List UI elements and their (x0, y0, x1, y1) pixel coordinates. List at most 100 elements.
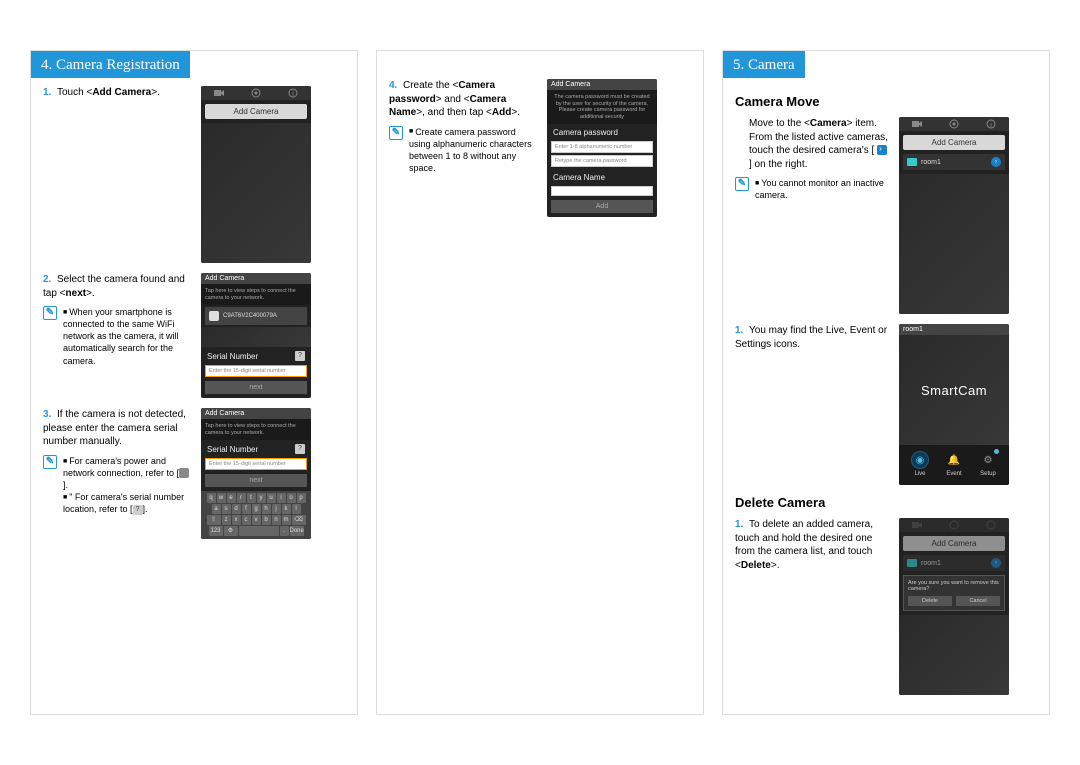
phone-screenshot-add-camera: i Add Camera (201, 86, 311, 263)
note-row: ✎ When your smartphone is connected to t… (43, 306, 193, 367)
note-text: You cannot monitor an inactive camera. (755, 177, 891, 201)
step-4-text: 4.Create the <Camera password> and <Came… (389, 79, 539, 217)
phone-body (201, 123, 311, 263)
add-camera-button[interactable]: Add Camera (903, 135, 1005, 150)
name-label: Camera Name (547, 169, 657, 184)
tab-setup-icon (936, 520, 973, 530)
add-camera-button[interactable]: Add Camera (205, 104, 307, 119)
delete-camera-text: 1.To delete an added camera, touch and h… (735, 518, 891, 695)
step-number: 1. (735, 518, 749, 532)
phone-help-text: The camera password must be created by t… (547, 90, 657, 124)
note-icon: ✎ (389, 126, 403, 140)
camera-move-row: Move to the <Camera> item. From the list… (735, 117, 1037, 314)
panel-header: 5. Camera (723, 51, 805, 78)
setup-icon[interactable]: ⚙ Setup (979, 451, 997, 477)
delete-camera-row: 1.To delete an added camera, touch and h… (735, 518, 1037, 695)
keyboard[interactable]: qwertyuiop asdfghjkl ⇧zxcvbnm⌫ 123⚙.Done (201, 491, 311, 539)
panel-camera: 5. Camera Camera Move Move to the <Camer… (722, 50, 1050, 715)
panel-camera-registration: 4. Camera Registration 1.Touch <Add Came… (30, 50, 358, 715)
event-icon[interactable]: 🔔 Event (945, 451, 963, 477)
help-icon[interactable]: ? (295, 444, 305, 454)
phone-screenshot-serial-keyboard: Add Camera Tap here to view steps to con… (201, 408, 311, 539)
password-label: Camera password (547, 124, 657, 139)
delete-button[interactable]: Delete (908, 596, 952, 606)
tab-setup-icon (238, 88, 275, 98)
question-icon (133, 505, 143, 515)
step-number: 4. (389, 79, 403, 93)
add-camera-button: Add Camera (903, 536, 1005, 551)
tab-camera-icon (201, 89, 238, 97)
serial-input[interactable]: Enter the 15-digit serial number (205, 365, 307, 377)
room-row: room1 › (903, 555, 1005, 571)
tab-camera-icon (899, 120, 936, 128)
tab-info-icon: i (972, 119, 1009, 129)
camera-icon (907, 158, 917, 166)
step-number: 1. (43, 86, 57, 100)
step-live-text: 1.You may find the Live, Event or Settin… (735, 324, 891, 485)
note-text: When your smartphone is connected to the… (63, 306, 193, 367)
live-icon[interactable]: ◉ Live (911, 451, 929, 477)
step-2-text: 2.Select the camera found and tap <next>… (43, 273, 193, 398)
step-4-row: 4.Create the <Camera password> and <Came… (389, 79, 691, 217)
step-number: 3. (43, 408, 57, 422)
keyboard-done[interactable]: Done (290, 526, 304, 536)
add-button[interactable]: Add (551, 200, 653, 213)
step-3-row: 3.If the camera is not detected, please … (43, 408, 345, 539)
panel-header: 4. Camera Registration (31, 51, 190, 78)
step-1-text: 1.Touch <Add Camera>. (43, 86, 193, 263)
password-input[interactable]: Enter 1-8 alphanumeric number (551, 141, 653, 153)
phone-screenshot-select-camera: Add Camera Tap here to view steps to con… (201, 273, 311, 398)
note-row: ✎ For camera's power and network connect… (43, 455, 193, 516)
gear-icon (179, 468, 189, 478)
name-input[interactable] (551, 186, 653, 196)
password-retype-input[interactable]: Retype the camera password (551, 155, 653, 167)
serial-input[interactable]: Enter the 15-digit serial number (205, 458, 307, 470)
note-text: Create camera password using alphanumeri… (409, 126, 539, 175)
arrow-icon: › (991, 558, 1001, 568)
phone-header: room1 (899, 324, 1009, 335)
phone-screenshot-smartcam: room1 SmartCam ◉ Live 🔔 Event ⚙ Setup (899, 324, 1009, 485)
delete-camera-title: Delete Camera (735, 495, 1037, 510)
phone-help-text: Tap here to view steps to connect the ca… (201, 284, 311, 305)
camera-move-text: Move to the <Camera> item. From the list… (735, 117, 891, 314)
smartcam-logo: SmartCam (899, 335, 1009, 445)
phone-body (899, 174, 1009, 314)
found-camera-row[interactable]: C9AT6V2C400079A (205, 307, 307, 325)
tab-info-icon: i (274, 88, 311, 98)
next-button[interactable]: next (205, 381, 307, 394)
phone-header: Add Camera (201, 408, 311, 419)
step-1-row: 1.Touch <Add Camera>. i Add Camera (43, 86, 345, 263)
phone-screenshot-create-password: Add Camera The camera password must be c… (547, 79, 657, 217)
phone-tab-bar: i (201, 86, 311, 100)
phone-screenshot-delete-dialog: Add Camera room1 › Are you sure you want… (899, 518, 1009, 695)
tab-camera-icon (899, 521, 936, 529)
dialog-message: Are you sure you want to remove this cam… (908, 580, 1000, 592)
phone-header: Add Camera (201, 273, 311, 284)
note-icon: ✎ (735, 177, 749, 191)
note-text: For camera's power and network connectio… (63, 455, 193, 516)
room-row[interactable]: room1 › (903, 154, 1005, 170)
phone-body (899, 615, 1009, 695)
step-number: 2. (43, 273, 57, 287)
camera-id: C9AT6V2C400079A (223, 313, 303, 319)
help-icon[interactable]: ? (295, 351, 305, 361)
step-2-row: 2.Select the camera found and tap <next>… (43, 273, 345, 398)
phone-header: Add Camera (547, 79, 657, 90)
arrow-icon (877, 145, 887, 155)
camera-move-title: Camera Move (735, 94, 1037, 109)
serial-label-row: Serial Number ? (201, 440, 311, 456)
tab-setup-icon (936, 119, 973, 129)
note-row: ✎ You cannot monitor an inactive camera. (735, 177, 891, 201)
camera-thumb-icon (209, 311, 219, 321)
step-live-row: 1.You may find the Live, Event or Settin… (735, 324, 1037, 485)
next-button[interactable]: next (205, 474, 307, 487)
cancel-button[interactable]: Cancel (956, 596, 1000, 606)
arrow-icon[interactable]: › (991, 157, 1001, 167)
room-label: room1 (921, 159, 941, 166)
note-row: ✎ Create camera password using alphanume… (389, 126, 539, 175)
phone-help-text: Tap here to view steps to connect the ca… (201, 419, 311, 440)
tab-info-icon (972, 520, 1009, 530)
note-icon: ✎ (43, 306, 57, 320)
phone-screenshot-camera-list: i Add Camera room1 › (899, 117, 1009, 314)
camera-icon (907, 559, 917, 567)
